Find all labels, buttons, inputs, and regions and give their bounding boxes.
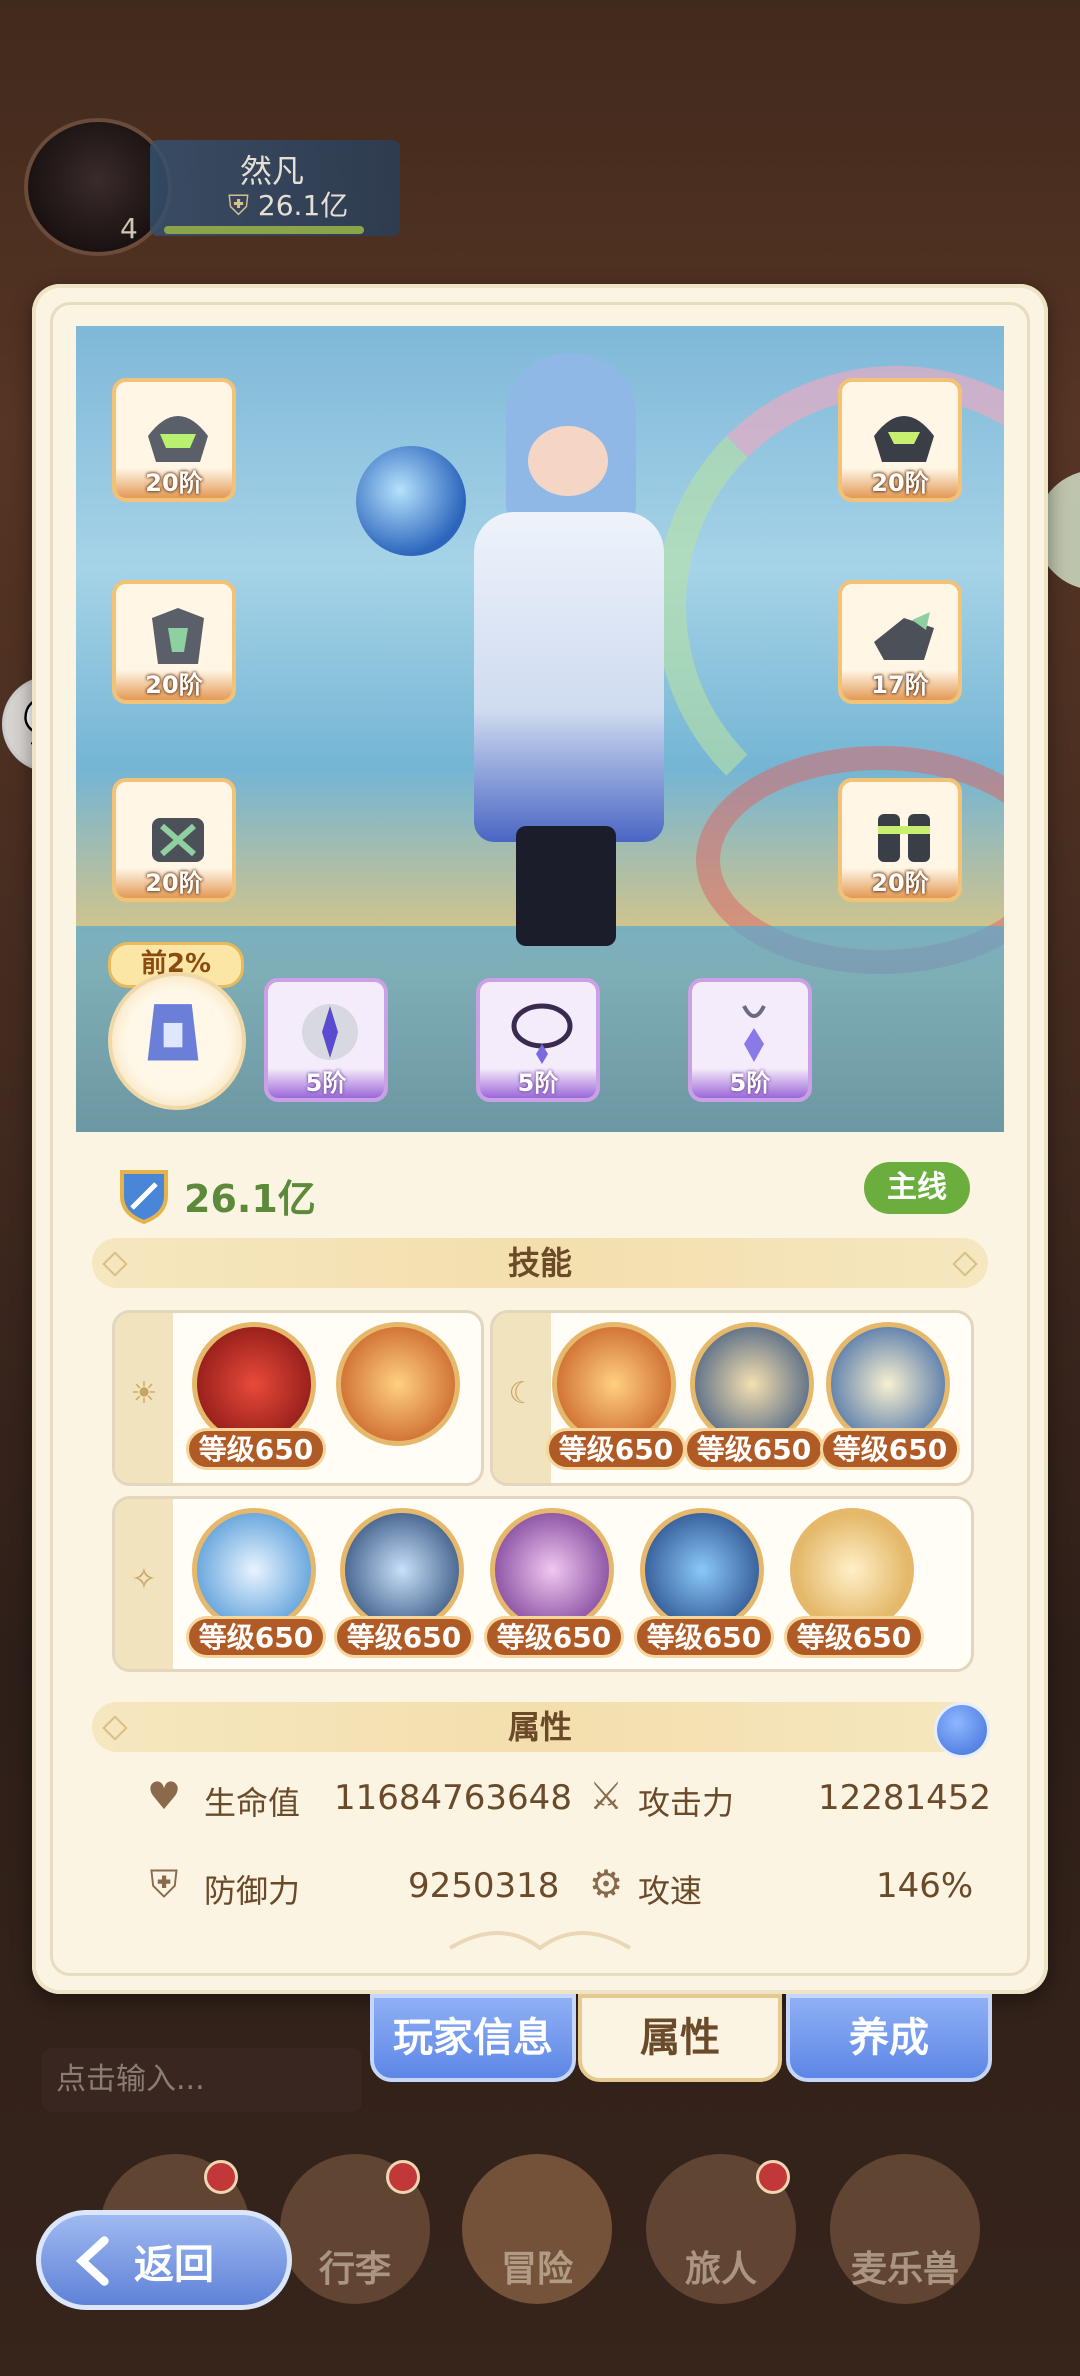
skill-level-badge: 等级650 [634, 1616, 774, 1658]
hp-value: 11684763648 [334, 1778, 572, 1818]
nav-beast-label: 麦乐兽 [850, 2249, 959, 2290]
attack-speed-label: 攻速 [638, 1872, 703, 1910]
combat-power-value: 26.1亿 [184, 1177, 316, 1221]
nav-traveler-label: 旅人 [684, 2249, 757, 2290]
skill-level-badge: 等级650 [334, 1616, 474, 1658]
hp-label: 生命值 [204, 1784, 301, 1822]
nav-adventure-label: 冒险 [500, 2249, 573, 2290]
diamond-icon [952, 1251, 978, 1277]
amulet-icon [742, 1005, 766, 1062]
attack-speed-icon: ⚙ [588, 1862, 624, 1906]
equip-slot-gauntlet[interactable]: 17阶+1114 [838, 580, 962, 704]
lantern-artifact-slot[interactable] [108, 972, 246, 1110]
heart-icon: ♥ [146, 1774, 182, 1818]
diamond-icon [102, 1251, 128, 1277]
notification-dot [756, 2160, 790, 2194]
skill-vortex[interactable] [490, 1508, 614, 1632]
character-legs [516, 826, 616, 946]
skill-level-badge: 等级650 [546, 1428, 686, 1470]
helmet-icon [148, 416, 208, 462]
equip-slot-mask[interactable]: 20阶+1039 [838, 378, 962, 502]
equip-slot-skull[interactable]: 5阶+1114 [264, 978, 388, 1102]
attack-label: 攻击力 [638, 1784, 735, 1822]
skill-level-badge: 等级650 [484, 1616, 624, 1658]
boots-icon [878, 814, 930, 862]
equip-slot-helmet[interactable]: 20阶+1114 [112, 378, 236, 502]
equip-slot-amulet[interactable]: 5阶+1034 [688, 978, 812, 1102]
nav-luggage-label: 行李 [318, 2249, 391, 2290]
skill-level-badge: 等级650 [784, 1616, 924, 1658]
equip-slot-necklace[interactable]: 5阶+1034 [476, 978, 600, 1102]
equip-slot-boots[interactable]: 20阶+1034 [838, 778, 962, 902]
skull-icon [302, 1004, 358, 1060]
skill-flame-gate[interactable] [336, 1322, 460, 1446]
attack-value: 12281452 [818, 1778, 992, 1818]
tab-attributes[interactable]: 属性 [578, 1994, 782, 2082]
player-power: ⛨ 26.1亿 [228, 189, 349, 222]
notification-dot [386, 2160, 420, 2194]
chat-input[interactable]: 点击输入... [42, 2048, 362, 2112]
skill-level-badge: 等级650 [186, 1428, 326, 1470]
tab-player-info[interactable]: 玩家信息 [370, 1994, 576, 2082]
defense-value: 9250318 [408, 1866, 560, 1906]
character-robe [474, 512, 664, 842]
back-label: 返回 [134, 2242, 214, 2288]
skill-level-badge: 等级650 [186, 1616, 326, 1658]
combat-power-icon [120, 1170, 168, 1224]
notification-dot [204, 2160, 238, 2194]
equip-slot-belt[interactable]: 20阶+1034 [112, 778, 236, 902]
necklace-icon [511, 1003, 573, 1064]
diamond-icon [102, 1715, 128, 1741]
crest-decoration [448, 1931, 632, 1951]
skill-web[interactable] [192, 1508, 316, 1632]
search-icon[interactable] [934, 1702, 990, 1758]
back-arrow-icon [75, 2236, 109, 2286]
defense-label: 防御力 [204, 1872, 301, 1910]
belt-icon [152, 818, 204, 862]
armor-icon [152, 608, 204, 664]
skill-level-badge: 等级650 [820, 1428, 960, 1470]
mask-icon [874, 416, 934, 462]
player-exp-bar [164, 226, 364, 234]
skill-level-badge: 等级650 [684, 1428, 824, 1470]
gauntlet-icon [874, 612, 934, 660]
water-orb-effect [356, 446, 466, 556]
mainline-tag[interactable]: 主线 [864, 1162, 970, 1214]
character-face [528, 426, 608, 496]
crossed-swords-icon: ⚔ [588, 1774, 624, 1818]
skill-claw[interactable] [340, 1508, 464, 1632]
tab-cultivate[interactable]: 养成 [786, 1994, 992, 2082]
equip-slot-armor[interactable]: 20阶+1034 [112, 580, 236, 704]
lantern-icon [147, 1004, 199, 1061]
sun-icon: ☀ [130, 1376, 158, 1411]
shield-icon: ⛨ [228, 189, 250, 222]
star-icon: ✧ [131, 1562, 157, 1597]
player-level: 4 [120, 212, 138, 245]
shield-icon: ⛨ [149, 1862, 179, 1906]
skill-tornado[interactable] [790, 1508, 914, 1632]
attack-speed-value: 146% [876, 1866, 974, 1906]
moon-icon: ☾ [508, 1376, 536, 1411]
skills-header-label: 技能 [507, 1244, 572, 1282]
attributes-header: 属性 [92, 1702, 988, 1752]
attributes-header-label: 属性 [507, 1708, 572, 1746]
skills-header: 技能 [92, 1238, 988, 1288]
skill-guardian[interactable] [640, 1508, 764, 1632]
